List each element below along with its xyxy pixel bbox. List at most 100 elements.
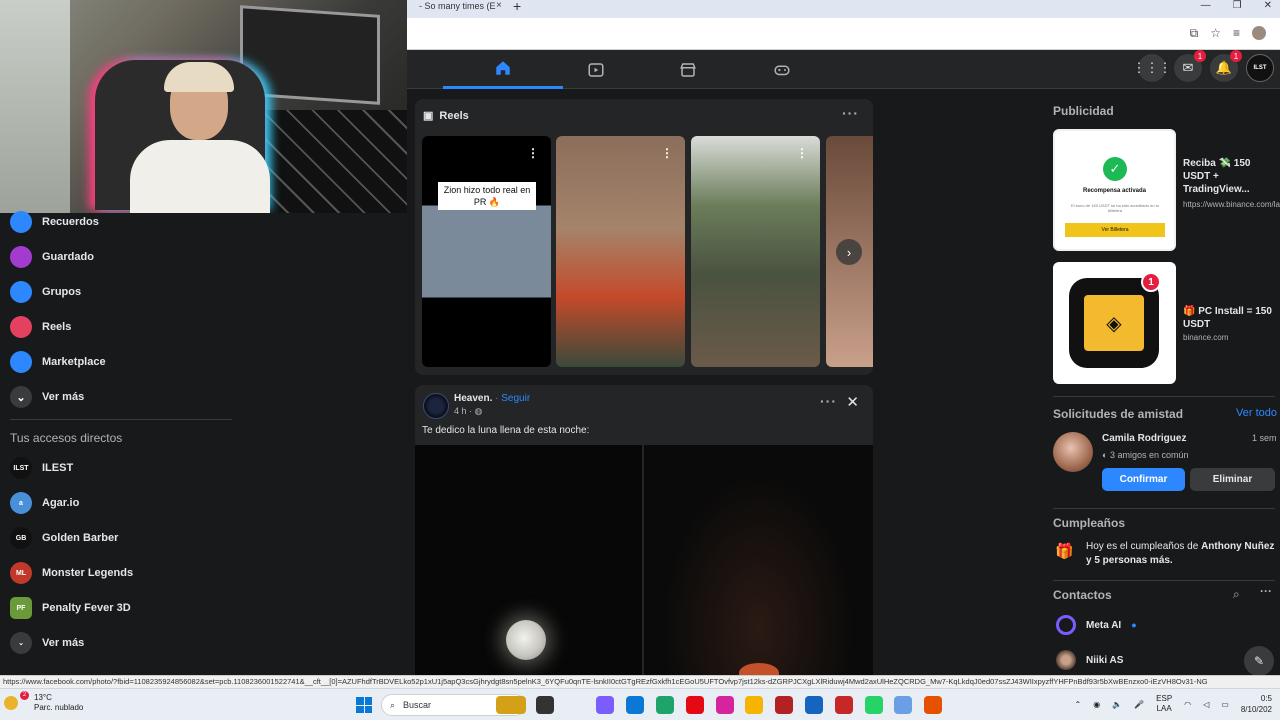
sidebar-item[interactable]: Marketplace (10, 347, 106, 377)
sidebar-item[interactable]: Grupos (10, 277, 81, 307)
address-bar[interactable]: ⧉ ☆ ≡ (407, 18, 1280, 50)
tray-chevron-icon[interactable]: ⌃ (1075, 700, 1082, 709)
shortcut-item[interactable]: a Agar.io (10, 488, 79, 518)
confirm-button[interactable]: Confirmar (1102, 468, 1185, 491)
friend-request-avatar[interactable] (1053, 432, 1093, 472)
instagram-icon[interactable] (716, 696, 734, 714)
language-indicator[interactable]: ESP LAA (1156, 694, 1172, 714)
reel-thumbnail[interactable]: ⋮ (691, 136, 820, 367)
menu-button[interactable]: ⋮⋮⋮ (1133, 54, 1172, 82)
red-app-icon[interactable] (775, 696, 793, 714)
friend-request-name[interactable]: Camila Rodriguez (1102, 433, 1186, 444)
shortcut-item[interactable]: ML Monster Legends (10, 558, 133, 588)
speaker-icon[interactable]: 🔈 (1112, 700, 1122, 709)
groups-icon (10, 281, 32, 303)
shortcut-item[interactable]: ILST ILEST (10, 453, 73, 483)
ad-image-binance-reward[interactable]: ✓ Recompensa activada El bono de 150 USD… (1053, 129, 1176, 251)
post-more-icon[interactable]: ··· (820, 393, 837, 409)
media-app-icon[interactable] (835, 696, 853, 714)
birthday-text[interactable]: Hoy es el cumpleaños de Anthony Nuñez y … (1086, 540, 1278, 568)
ad-url[interactable]: https://www.binance.com/latam/recoger-..… (1183, 199, 1280, 210)
contact-item[interactable]: Meta AI ● (1056, 615, 1137, 635)
ad-badge: 1 (1141, 272, 1161, 292)
lang-primary: ESP (1156, 694, 1173, 703)
game-app-icon[interactable] (496, 696, 526, 714)
chrome-icon[interactable] (745, 696, 763, 714)
bug-app-icon[interactable] (924, 696, 942, 714)
microphone-icon[interactable]: 🎤 (1134, 700, 1144, 709)
sidebar-item[interactable]: Reels (10, 312, 71, 342)
active-app-icon[interactable] (894, 696, 912, 714)
post-card: Heaven. · Seguir 4 h · ◍ ··· ✕ Te dedico… (415, 385, 873, 675)
facebook-top-nav: ⋮⋮⋮ ✉ 1 🔔 1 ILST (407, 50, 1280, 89)
ilest-logo-icon: ILST (10, 457, 32, 479)
new-message-button[interactable]: ✎ (1244, 646, 1274, 676)
start-button[interactable] (356, 697, 372, 713)
reading-list-icon[interactable]: ≡ (1233, 26, 1240, 41)
post-photo-left[interactable] (415, 445, 642, 675)
notifications-button[interactable]: 🔔 1 (1210, 50, 1242, 82)
post-photo-right[interactable]: ☝ (644, 445, 873, 675)
tab-close-icon[interactable]: × (496, 0, 502, 12)
post-timestamp[interactable]: 4 h · (454, 406, 472, 416)
reels-more-icon[interactable]: ··· (842, 105, 859, 121)
contacts-more-icon[interactable]: ··· (1260, 584, 1272, 598)
reel-more-icon[interactable]: ⋮ (796, 146, 808, 160)
messenger-button[interactable]: ✉ 1 (1174, 50, 1206, 82)
reel-more-icon[interactable]: ⋮ (527, 146, 539, 160)
sidebar-item[interactable]: Guardado (10, 242, 94, 272)
contact-item[interactable]: Niiki AS (1056, 650, 1123, 670)
restore-icon[interactable]: ❐ (1233, 0, 1242, 11)
clock[interactable]: 0:5 8/10/202 (1241, 693, 1272, 715)
volume-icon[interactable]: ◁ (1203, 700, 1209, 709)
reel-more-icon[interactable]: ⋮ (661, 146, 673, 160)
ad-text[interactable]: Reciba 💸 150 USDT + TradingView... (1183, 157, 1278, 196)
minimize-icon[interactable]: — (1201, 0, 1211, 11)
shortcut-item[interactable]: PF Penalty Fever 3D (10, 593, 131, 623)
delete-button[interactable]: Eliminar (1190, 468, 1275, 491)
weather-icon[interactable] (4, 696, 18, 710)
whatsapp-icon[interactable] (865, 696, 883, 714)
copilot-icon[interactable] (596, 696, 614, 714)
ad-image-binance-gift[interactable]: ◈ 1 (1053, 262, 1176, 384)
weather-widget[interactable]: 13°C Parc. nublado (34, 693, 83, 713)
store-icon[interactable] (626, 696, 644, 714)
shield-app-icon[interactable] (805, 696, 823, 714)
notifications-badge: 1 (1230, 50, 1242, 62)
install-app-icon[interactable]: ⧉ (1190, 26, 1199, 41)
webcam-person-cap (164, 62, 234, 92)
reel-thumbnail[interactable]: ⋮ (556, 136, 685, 367)
post-time: 4 h · ◍ (454, 406, 482, 417)
ads-heading: Publicidad (1053, 104, 1114, 118)
file-explorer-icon[interactable] (536, 696, 554, 714)
post-author-avatar[interactable] (423, 393, 449, 419)
follow-link[interactable]: · Seguir (495, 393, 530, 404)
browser-tab[interactable]: - So many times (E × (407, 0, 507, 18)
reels-next-button[interactable]: › (836, 239, 862, 265)
gaming-tab[interactable] (722, 50, 842, 89)
sidebar-item[interactable]: ⌄ Ver más (10, 382, 84, 412)
mutual-friends-icon: ◐ (1102, 450, 1110, 460)
battery-icon[interactable]: ▭ (1221, 700, 1229, 709)
sidebar-item[interactable]: Recuerdos (10, 207, 99, 237)
tray-app-icon[interactable]: ◉ (1093, 700, 1100, 709)
shortcut-item[interactable]: GB Golden Barber (10, 523, 118, 553)
profile-avatar[interactable]: ILST (1246, 54, 1274, 82)
new-tab-button[interactable]: + (513, 0, 521, 14)
close-icon[interactable]: ✕ (846, 393, 859, 411)
video-icon (588, 62, 604, 77)
reel-thumbnail[interactable]: ⋮ Zion hizo todo real en PR 🔥 (422, 136, 551, 367)
browser-profile-avatar[interactable] (1252, 26, 1266, 40)
shortcut-item[interactable]: ⌄ Ver más (10, 628, 84, 658)
close-window-icon[interactable]: ✕ (1264, 0, 1272, 11)
netflix-icon[interactable] (686, 696, 704, 714)
search-icon[interactable]: ⌕ (1233, 587, 1240, 602)
edge-icon[interactable] (656, 696, 674, 714)
see-all-link[interactable]: Ver todo (1236, 407, 1277, 419)
ad-url[interactable]: binance.com (1183, 332, 1278, 343)
taskbar-search-label: Buscar (403, 700, 432, 710)
ad-text[interactable]: 🎁 PC Install = 150 USDT (1183, 305, 1278, 331)
wifi-icon[interactable]: ◠ (1184, 700, 1191, 709)
bookmark-star-icon[interactable]: ☆ (1210, 26, 1221, 41)
post-author-name[interactable]: Heaven. (454, 393, 492, 404)
